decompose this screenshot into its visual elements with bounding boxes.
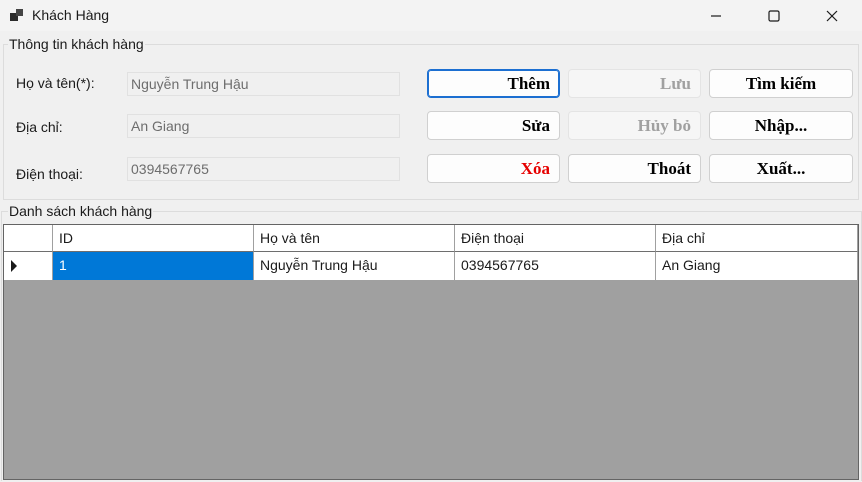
maximize-icon (768, 9, 780, 22)
name-input[interactable] (127, 72, 400, 96)
grid-header: ID Họ và tên Điện thoại Địa chỉ (4, 225, 858, 252)
row-header[interactable] (4, 252, 53, 281)
phone-label: Điện thoại: (16, 166, 83, 182)
column-header-address[interactable]: Địa chỉ (656, 225, 858, 252)
search-button[interactable]: Tìm kiếm (709, 69, 853, 98)
column-header-id[interactable]: ID (53, 225, 254, 252)
phone-input[interactable] (127, 157, 400, 181)
table-row[interactable]: 1 Nguyễn Trung Hậu 0394567765 An Giang (4, 252, 858, 281)
cancel-button[interactable]: Hủy bỏ (568, 111, 701, 140)
window-title: Khách Hàng (32, 7, 110, 23)
row-header-corner (4, 225, 53, 252)
add-button[interactable]: Thêm (427, 69, 560, 98)
cell-id[interactable]: 1 (53, 252, 254, 281)
cell-name[interactable]: Nguyễn Trung Hậu (254, 252, 455, 281)
edit-button[interactable]: Sửa (427, 111, 560, 140)
maximize-button[interactable] (745, 0, 803, 31)
exit-button[interactable]: Thoát (568, 154, 701, 183)
customer-grid[interactable]: ID Họ và tên Điện thoại Địa chỉ 1 Nguyễn… (3, 224, 859, 480)
title-bar: Khách Hàng (0, 0, 862, 31)
minimize-button[interactable] (687, 0, 745, 31)
address-input[interactable] (127, 114, 400, 138)
info-group-label: Thông tin khách hàng (8, 36, 145, 52)
address-label: Địa chỉ: (16, 119, 63, 135)
list-group-label: Danh sách khách hàng (8, 203, 154, 219)
cell-address[interactable]: An Giang (656, 252, 858, 281)
minimize-icon (711, 14, 721, 17)
column-header-phone[interactable]: Điện thoại (455, 225, 656, 252)
current-row-arrow-icon (11, 260, 17, 272)
column-header-name[interactable]: Họ và tên (254, 225, 455, 252)
import-button[interactable]: Nhập... (709, 111, 853, 140)
export-button[interactable]: Xuất... (709, 154, 853, 183)
app-icon (10, 8, 24, 22)
delete-button[interactable]: Xóa (427, 154, 560, 183)
close-button[interactable] (803, 0, 861, 31)
cell-phone[interactable]: 0394567765 (455, 252, 656, 281)
close-icon (826, 10, 838, 21)
name-label: Họ và tên(*): (16, 75, 95, 91)
save-button[interactable]: Lưu (568, 69, 701, 98)
